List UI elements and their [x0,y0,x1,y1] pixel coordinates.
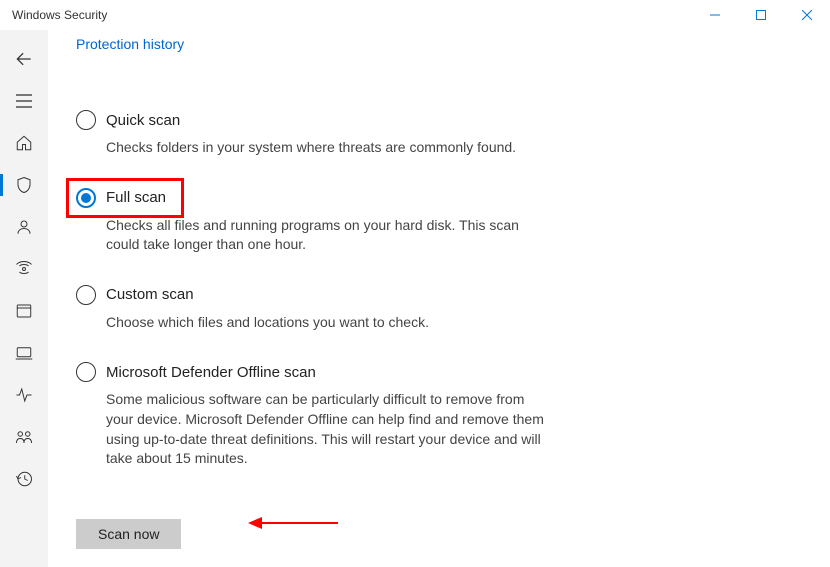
option-desc: Some malicious software can be particula… [106,390,546,468]
minimize-button[interactable] [692,0,738,30]
shield-icon[interactable] [0,164,48,206]
option-desc: Checks all files and running programs on… [106,216,546,255]
app-browser-icon[interactable] [0,290,48,332]
maximize-button[interactable] [738,0,784,30]
option-title: Microsoft Defender Offline scan [106,364,316,381]
window-controls [692,0,830,30]
account-icon[interactable] [0,206,48,248]
device-performance-icon[interactable] [0,374,48,416]
family-options-icon[interactable] [0,416,48,458]
sidebar [0,30,48,567]
home-icon[interactable] [0,122,48,164]
option-offline-scan: Microsoft Defender Offline scan Some mal… [76,362,556,468]
scan-now-button[interactable]: Scan now [76,519,181,549]
close-button[interactable] [784,0,830,30]
radio-full-scan[interactable] [76,188,96,208]
option-title: Custom scan [106,286,194,303]
device-security-icon[interactable] [0,332,48,374]
window-title: Windows Security [12,8,107,22]
history-icon[interactable] [0,458,48,500]
option-desc: Choose which files and locations you wan… [106,313,546,333]
option-desc: Checks folders in your system where thre… [106,138,546,158]
option-title: Quick scan [106,112,180,129]
back-button[interactable] [0,38,48,80]
menu-button[interactable] [0,80,48,122]
radio-custom-scan[interactable] [76,285,96,305]
arrow-annotation [248,515,338,536]
option-custom-scan: Custom scan Choose which files and locat… [76,285,556,333]
option-title: Full scan [106,189,166,206]
protection-history-link[interactable]: Protection history [76,36,184,52]
firewall-icon[interactable] [0,248,48,290]
radio-offline-scan[interactable] [76,362,96,382]
radio-quick-scan[interactable] [76,110,96,130]
option-full-scan: Full scan Checks all files and running p… [76,188,556,255]
option-quick-scan: Quick scan Checks folders in your system… [76,110,556,158]
